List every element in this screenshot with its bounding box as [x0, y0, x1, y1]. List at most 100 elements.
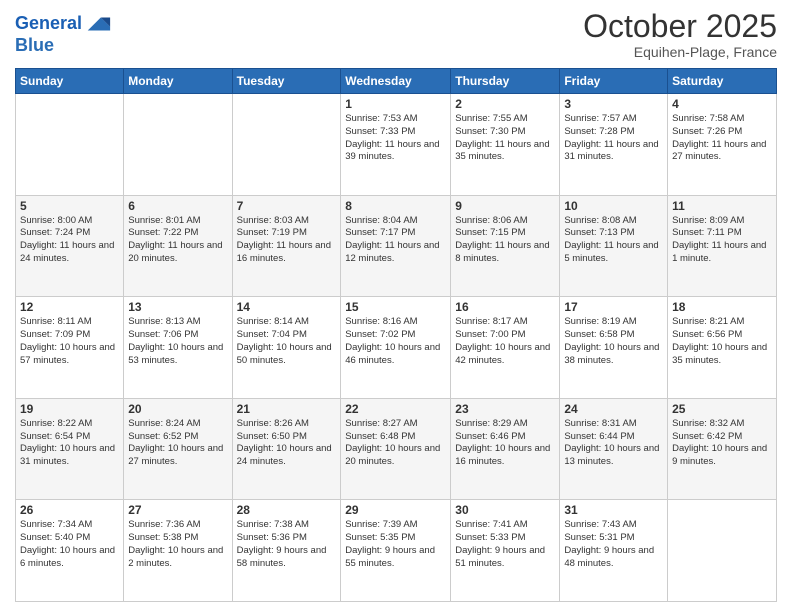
day-info: Sunrise: 8:00 AM Sunset: 7:24 PM Dayligh…: [20, 215, 119, 266]
weekday-header-saturday: Saturday: [668, 69, 777, 94]
day-number: 30: [455, 503, 555, 517]
calendar-cell: [232, 94, 341, 196]
day-info: Sunrise: 8:21 AM Sunset: 6:56 PM Dayligh…: [672, 316, 772, 367]
day-info: Sunrise: 7:43 AM Sunset: 5:31 PM Dayligh…: [564, 519, 663, 570]
calendar-cell: 1 Sunrise: 7:53 AM Sunset: 7:33 PM Daylig…: [341, 94, 451, 196]
day-number: 17: [564, 300, 663, 314]
day-number: 13: [128, 300, 227, 314]
weekday-header-wednesday: Wednesday: [341, 69, 451, 94]
logo-text: General: [15, 14, 82, 34]
calendar-cell: 6 Sunrise: 8:01 AM Sunset: 7:22 PM Daylig…: [124, 195, 232, 297]
day-number: 29: [345, 503, 446, 517]
calendar-cell: 7Sunrise: 8:03 AM Sunset: 7:19 PM Daylig…: [232, 195, 341, 297]
day-number: 19: [20, 402, 119, 416]
calendar-cell: [668, 500, 777, 602]
calendar-week-4: 19 Sunrise: 8:22 AM Sunset: 6:54 PM Dayli…: [16, 398, 777, 500]
day-info: Sunrise: 8:32 AM Sunset: 6:42 PM Dayligh…: [672, 418, 772, 469]
day-number: 10: [564, 199, 663, 213]
day-info: Sunrise: 8:14 AM Sunset: 7:04 PM Dayligh…: [237, 316, 337, 367]
calendar-week-3: 12Sunrise: 8:11 AM Sunset: 7:09 PM Dayli…: [16, 297, 777, 399]
day-info: Sunrise: 8:17 AM Sunset: 7:00 PM Dayligh…: [455, 316, 555, 367]
weekday-header-monday: Monday: [124, 69, 232, 94]
weekday-header-friday: Friday: [560, 69, 668, 94]
day-number: 18: [672, 300, 772, 314]
day-number: 27: [128, 503, 227, 517]
page: General Blue October 2025 Equihen-Plage,…: [0, 0, 792, 612]
calendar-cell: 8 Sunrise: 8:04 AM Sunset: 7:17 PM Daylig…: [341, 195, 451, 297]
calendar-cell: 24 Sunrise: 8:31 AM Sunset: 6:44 PM Dayli…: [560, 398, 668, 500]
header: General Blue October 2025 Equihen-Plage,…: [15, 10, 777, 60]
day-info: Sunrise: 8:04 AM Sunset: 7:17 PM Dayligh…: [345, 215, 446, 266]
calendar-cell: 23Sunrise: 8:29 AM Sunset: 6:46 PM Dayli…: [451, 398, 560, 500]
day-number: 1: [345, 97, 446, 111]
calendar-cell: 12Sunrise: 8:11 AM Sunset: 7:09 PM Dayli…: [16, 297, 124, 399]
logo-blue: Blue: [15, 36, 112, 54]
day-number: 28: [237, 503, 337, 517]
logo: General Blue: [15, 10, 112, 54]
day-info: Sunrise: 8:26 AM Sunset: 6:50 PM Dayligh…: [237, 418, 337, 469]
calendar-week-2: 5 Sunrise: 8:00 AM Sunset: 7:24 PM Daylig…: [16, 195, 777, 297]
day-number: 8: [345, 199, 446, 213]
calendar-cell: 10 Sunrise: 8:08 AM Sunset: 7:13 PM Dayli…: [560, 195, 668, 297]
calendar-cell: 14 Sunrise: 8:14 AM Sunset: 7:04 PM Dayli…: [232, 297, 341, 399]
day-number: 11: [672, 199, 772, 213]
logo-icon: [84, 10, 112, 38]
calendar-cell: 31 Sunrise: 7:43 AM Sunset: 5:31 PM Dayli…: [560, 500, 668, 602]
day-info: Sunrise: 8:13 AM Sunset: 7:06 PM Dayligh…: [128, 316, 227, 367]
calendar-cell: 18 Sunrise: 8:21 AM Sunset: 6:56 PM Dayli…: [668, 297, 777, 399]
day-number: 12: [20, 300, 119, 314]
day-info: Sunrise: 8:29 AM Sunset: 6:46 PM Dayligh…: [455, 418, 555, 469]
calendar-cell: 9Sunrise: 8:06 AM Sunset: 7:15 PM Daylig…: [451, 195, 560, 297]
day-info: Sunrise: 8:31 AM Sunset: 6:44 PM Dayligh…: [564, 418, 663, 469]
day-number: 6: [128, 199, 227, 213]
day-info: Sunrise: 7:36 AM Sunset: 5:38 PM Dayligh…: [128, 519, 227, 570]
day-info: Sunrise: 8:16 AM Sunset: 7:02 PM Dayligh…: [345, 316, 446, 367]
day-info: Sunrise: 7:39 AM Sunset: 5:35 PM Dayligh…: [345, 519, 446, 570]
title-block: October 2025 Equihen-Plage, France: [583, 10, 777, 60]
weekday-header-row: SundayMondayTuesdayWednesdayThursdayFrid…: [16, 69, 777, 94]
calendar-cell: 26 Sunrise: 7:34 AM Sunset: 5:40 PM Dayli…: [16, 500, 124, 602]
day-number: 14: [237, 300, 337, 314]
calendar-cell: 30Sunrise: 7:41 AM Sunset: 5:33 PM Dayli…: [451, 500, 560, 602]
day-number: 22: [345, 402, 446, 416]
day-number: 5: [20, 199, 119, 213]
calendar-cell: [124, 94, 232, 196]
calendar-table: SundayMondayTuesdayWednesdayThursdayFrid…: [15, 68, 777, 602]
day-number: 24: [564, 402, 663, 416]
day-info: Sunrise: 7:58 AM Sunset: 7:26 PM Dayligh…: [672, 113, 772, 164]
calendar-cell: 27 Sunrise: 7:36 AM Sunset: 5:38 PM Dayli…: [124, 500, 232, 602]
day-info: Sunrise: 8:08 AM Sunset: 7:13 PM Dayligh…: [564, 215, 663, 266]
day-number: 21: [237, 402, 337, 416]
day-number: 31: [564, 503, 663, 517]
calendar-cell: [16, 94, 124, 196]
weekday-header-tuesday: Tuesday: [232, 69, 341, 94]
calendar-cell: 11 Sunrise: 8:09 AM Sunset: 7:11 PM Dayli…: [668, 195, 777, 297]
day-number: 7: [237, 199, 337, 213]
calendar-week-5: 26 Sunrise: 7:34 AM Sunset: 5:40 PM Dayli…: [16, 500, 777, 602]
day-info: Sunrise: 7:53 AM Sunset: 7:33 PM Dayligh…: [345, 113, 446, 164]
calendar-cell: 19 Sunrise: 8:22 AM Sunset: 6:54 PM Dayli…: [16, 398, 124, 500]
calendar-cell: 4 Sunrise: 7:58 AM Sunset: 7:26 PM Daylig…: [668, 94, 777, 196]
day-number: 26: [20, 503, 119, 517]
weekday-header-thursday: Thursday: [451, 69, 560, 94]
calendar-cell: 13 Sunrise: 8:13 AM Sunset: 7:06 PM Dayli…: [124, 297, 232, 399]
calendar-cell: 3Sunrise: 7:57 AM Sunset: 7:28 PM Daylig…: [560, 94, 668, 196]
location: Equihen-Plage, France: [583, 44, 777, 60]
calendar-cell: 17 Sunrise: 8:19 AM Sunset: 6:58 PM Dayli…: [560, 297, 668, 399]
day-number: 4: [672, 97, 772, 111]
day-info: Sunrise: 8:27 AM Sunset: 6:48 PM Dayligh…: [345, 418, 446, 469]
day-info: Sunrise: 8:22 AM Sunset: 6:54 PM Dayligh…: [20, 418, 119, 469]
calendar-cell: 15 Sunrise: 8:16 AM Sunset: 7:02 PM Dayli…: [341, 297, 451, 399]
day-number: 15: [345, 300, 446, 314]
calendar-cell: 29 Sunrise: 7:39 AM Sunset: 5:35 PM Dayli…: [341, 500, 451, 602]
day-info: Sunrise: 8:01 AM Sunset: 7:22 PM Dayligh…: [128, 215, 227, 266]
day-info: Sunrise: 8:24 AM Sunset: 6:52 PM Dayligh…: [128, 418, 227, 469]
day-info: Sunrise: 8:09 AM Sunset: 7:11 PM Dayligh…: [672, 215, 772, 266]
calendar-cell: 16Sunrise: 8:17 AM Sunset: 7:00 PM Dayli…: [451, 297, 560, 399]
day-info: Sunrise: 8:19 AM Sunset: 6:58 PM Dayligh…: [564, 316, 663, 367]
day-info: Sunrise: 7:34 AM Sunset: 5:40 PM Dayligh…: [20, 519, 119, 570]
calendar-week-1: 1 Sunrise: 7:53 AM Sunset: 7:33 PM Daylig…: [16, 94, 777, 196]
calendar-cell: 2Sunrise: 7:55 AM Sunset: 7:30 PM Daylig…: [451, 94, 560, 196]
calendar-cell: 21 Sunrise: 8:26 AM Sunset: 6:50 PM Dayli…: [232, 398, 341, 500]
day-info: Sunrise: 8:06 AM Sunset: 7:15 PM Dayligh…: [455, 215, 555, 266]
